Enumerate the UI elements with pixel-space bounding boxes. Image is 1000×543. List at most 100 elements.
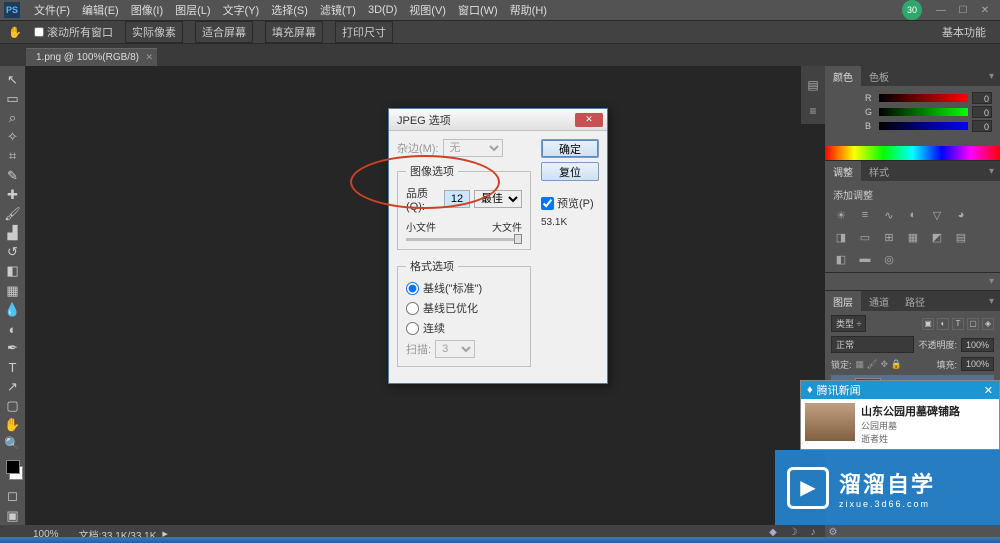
adj-selective-icon[interactable]: ◎ <box>881 252 897 266</box>
tab-close-icon[interactable]: ✕ <box>145 52 153 63</box>
history-panel-icon[interactable]: ▤ <box>804 76 822 94</box>
panel-menu-icon[interactable]: ▾ <box>989 276 994 287</box>
quality-input[interactable] <box>444 190 470 208</box>
adj-photo-filter-icon[interactable]: ▭ <box>857 230 873 244</box>
menu-type[interactable]: 文字(Y) <box>217 0 266 20</box>
path-tool-icon[interactable]: ↗ <box>2 378 24 395</box>
adj-hue-icon[interactable]: ◕ <box>953 208 969 222</box>
adj-brightness-icon[interactable]: ☀ <box>833 208 849 222</box>
adj-gradient-map-icon[interactable]: ▬ <box>857 252 873 266</box>
slider-r[interactable]: R0 <box>865 92 992 104</box>
lock-position-icon[interactable]: ✥ <box>881 359 889 369</box>
menu-file[interactable]: 文件(F) <box>28 0 76 20</box>
fill-input[interactable]: 100% <box>961 357 994 371</box>
menu-layer[interactable]: 图层(L) <box>169 0 216 20</box>
filter-smart-icon[interactable]: ◈ <box>982 318 994 330</box>
wand-tool-icon[interactable]: ✧ <box>2 129 24 146</box>
filter-shape-icon[interactable]: ▢ <box>967 318 979 330</box>
menu-help[interactable]: 帮助(H) <box>504 0 553 20</box>
adj-posterize-icon[interactable]: ▤ <box>953 230 969 244</box>
opt-fit-screen[interactable]: 适合屏幕 <box>195 21 253 43</box>
menu-edit[interactable]: 编辑(E) <box>76 0 125 20</box>
filter-adjust-icon[interactable]: ◐ <box>937 318 949 330</box>
stamp-tool-icon[interactable]: ▟ <box>2 225 24 242</box>
filter-pixel-icon[interactable]: ▣ <box>922 318 934 330</box>
lasso-tool-icon[interactable]: ⌕ <box>2 109 24 126</box>
menu-window[interactable]: 窗口(W) <box>452 0 504 20</box>
menu-image[interactable]: 图像(I) <box>125 0 169 20</box>
adj-levels-icon[interactable]: ≡ <box>857 208 873 222</box>
panel-menu-icon[interactable]: ▾ <box>983 166 1000 177</box>
workspace-selector[interactable]: 基本功能 <box>934 22 994 42</box>
document-tab[interactable]: 1.png @ 100%(RGB/8) ✕ <box>26 48 157 66</box>
adj-exposure-icon[interactable]: ◐ <box>905 208 921 222</box>
menu-filter[interactable]: 滤镜(T) <box>314 0 362 20</box>
properties-panel-icon[interactable]: ≡ <box>804 102 822 120</box>
menu-select[interactable]: 选择(S) <box>265 0 314 20</box>
hand-tool-icon[interactable]: ✋ <box>2 416 24 433</box>
marquee-tool-icon[interactable]: ▭ <box>2 90 24 107</box>
close-icon[interactable]: ✕ <box>976 3 994 17</box>
maximize-icon[interactable]: ☐ <box>954 3 972 17</box>
type-tool-icon[interactable]: T <box>2 359 24 376</box>
quality-preset-select[interactable]: 最佳 <box>474 190 522 208</box>
adj-vibrance-icon[interactable]: ▽ <box>929 208 945 222</box>
adj-channel-mixer-icon[interactable]: ⊞ <box>881 230 897 244</box>
pen-tool-icon[interactable]: ✒ <box>2 340 24 357</box>
panel-menu-icon[interactable]: ▾ <box>983 296 1000 307</box>
lock-pixels-icon[interactable]: 🖌 <box>867 359 878 369</box>
lock-all-icon[interactable]: 🔒 <box>891 359 902 369</box>
eraser-tool-icon[interactable]: ◧ <box>2 263 24 280</box>
menu-3d[interactable]: 3D(D) <box>362 2 403 18</box>
preview-checkbox[interactable]: 预览(P) <box>541 195 599 211</box>
opt-print-size[interactable]: 打印尺寸 <box>335 21 393 43</box>
brush-tool-icon[interactable]: 🖌 <box>2 205 24 222</box>
blend-mode-select[interactable]: 正常 <box>831 336 914 353</box>
move-tool-icon[interactable]: ↖ <box>2 71 24 88</box>
minimize-icon[interactable]: — <box>932 3 950 17</box>
dodge-tool-icon[interactable]: ◐ <box>2 320 24 337</box>
opacity-input[interactable]: 100% <box>961 338 994 352</box>
opt-fill-screen[interactable]: 填充屏幕 <box>265 21 323 43</box>
color-bg-swatch[interactable] <box>841 100 859 118</box>
notification-badge[interactable]: 30 <box>902 0 922 20</box>
color-swatch-area[interactable] <box>0 460 25 480</box>
radio-progressive[interactable]: 连续 <box>406 320 522 336</box>
quality-slider[interactable] <box>406 238 522 241</box>
adj-curves-icon[interactable]: ∿ <box>881 208 897 222</box>
news-item[interactable]: 山东公园用墓碑铺路 公园用墓 逝者姓 <box>801 399 999 449</box>
color-spectrum[interactable] <box>825 146 1000 160</box>
tab-layers[interactable]: 图层 <box>825 291 861 312</box>
radio-baseline-optimized[interactable]: 基线已优化 <box>406 300 522 316</box>
tab-swatches[interactable]: 色板 <box>861 66 897 87</box>
news-close-icon[interactable]: ✕ <box>984 384 993 397</box>
gradient-tool-icon[interactable]: ▦ <box>2 282 24 299</box>
quickmask-icon[interactable]: ◻ <box>2 488 24 505</box>
filter-type-icon[interactable]: T <box>952 318 964 330</box>
healing-tool-icon[interactable]: ✚ <box>2 186 24 203</box>
dialog-titlebar[interactable]: JPEG 选项 ✕ <box>389 109 607 131</box>
layer-filter-kind[interactable]: 类型 ÷ <box>831 315 866 332</box>
crop-tool-icon[interactable]: ⌗ <box>2 148 24 165</box>
slider-g[interactable]: G0 <box>865 106 992 118</box>
slider-b[interactable]: B0 <box>865 120 992 132</box>
adj-invert-icon[interactable]: ◩ <box>929 230 945 244</box>
screenmode-icon[interactable]: ▣ <box>2 507 24 524</box>
lock-transparent-icon[interactable]: ▦ <box>856 359 865 369</box>
blur-tool-icon[interactable]: 💧 <box>2 301 24 318</box>
opt-scroll-all[interactable]: 滚动所有窗口 <box>34 24 113 40</box>
tab-color[interactable]: 颜色 <box>825 66 861 87</box>
shape-tool-icon[interactable]: ▢ <box>2 397 24 414</box>
tab-adjustments[interactable]: 调整 <box>825 161 861 182</box>
adj-bw-icon[interactable]: ◨ <box>833 230 849 244</box>
tab-channels[interactable]: 通道 <box>861 291 897 312</box>
radio-baseline-standard[interactable]: 基线("标准") <box>406 280 522 296</box>
reset-button[interactable]: 复位 <box>541 162 599 181</box>
eyedropper-tool-icon[interactable]: ✎ <box>2 167 24 184</box>
ok-button[interactable]: 确定 <box>541 139 599 158</box>
hand-tool-icon[interactable]: ✋ <box>6 23 24 41</box>
panel-menu-icon[interactable]: ▾ <box>983 71 1000 82</box>
tab-paths[interactable]: 路径 <box>897 291 933 312</box>
foreground-swatch[interactable] <box>6 460 20 474</box>
tab-styles[interactable]: 样式 <box>861 161 897 182</box>
